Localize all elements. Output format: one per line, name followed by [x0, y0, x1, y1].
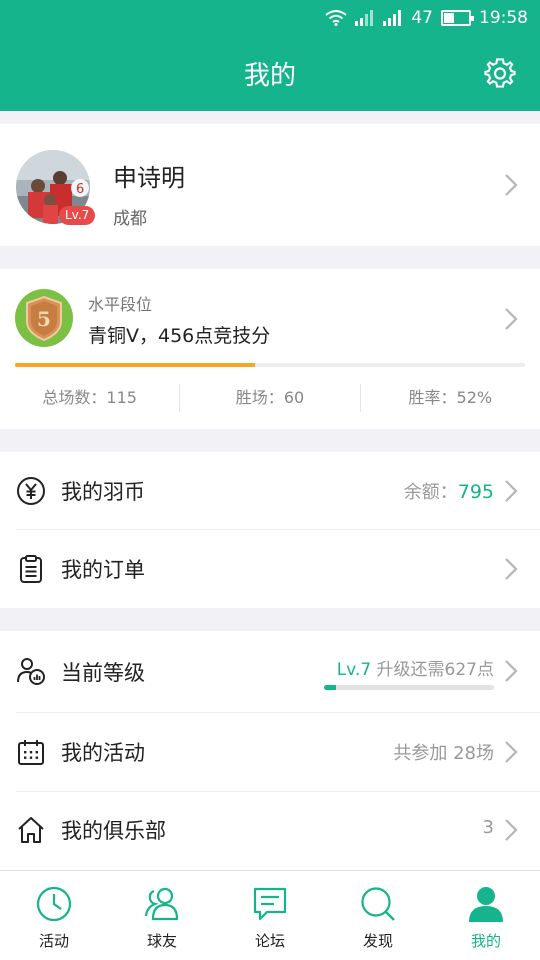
status-number: 47: [411, 8, 433, 28]
current-level-label: 当前等级: [61, 661, 145, 685]
nav-item-forum[interactable]: 论坛: [216, 871, 324, 960]
level-progress-bar: [324, 685, 494, 690]
status-bar: 47 19:58: [0, 0, 540, 37]
signal-icon: [355, 10, 375, 26]
my-coins-label: 我的羽币: [61, 480, 145, 504]
my-orders-label: 我的订单: [61, 558, 145, 582]
stat-wins: 胜场：60: [235, 388, 305, 407]
user-name: 申诗明: [113, 164, 185, 192]
rank-value: 青铜V，456点竞技分: [88, 325, 271, 347]
person-icon: [467, 885, 505, 923]
stat-winrate: 胜率：52%: [408, 388, 493, 407]
bottom-nav: 活动 球友 论坛 发现 我的: [0, 870, 540, 960]
clipboard-icon: [16, 554, 46, 584]
my-coins-row[interactable]: 我的羽币 余额：795: [0, 452, 540, 530]
coin-balance-value: 795: [457, 481, 494, 503]
level-user-icon: [16, 656, 46, 686]
rank-label: 水平段位: [88, 295, 153, 314]
signal-icon-2: [383, 10, 403, 26]
my-clubs-row[interactable]: 我的俱乐部 3: [0, 791, 540, 869]
nav-label: 活动: [38, 932, 69, 950]
settings-button[interactable]: [484, 57, 516, 89]
my-clubs-label: 我的俱乐部: [61, 819, 166, 843]
stat-total: 总场数：115: [42, 388, 137, 407]
wallet-card: 我的羽币 余额：795 我的订单: [0, 452, 540, 608]
chevron-right-icon: [504, 479, 518, 503]
chevron-right-icon: [504, 818, 518, 842]
rank-card[interactable]: 5 水平段位 青铜V，456点竞技分 总场数：115 胜场：60 胜率：52%: [0, 269, 540, 429]
app-bar: 我的: [0, 37, 540, 111]
chevron-right-icon: [504, 659, 518, 683]
current-level-row[interactable]: 当前等级 Lv.7 升级还需627点: [0, 631, 540, 712]
svg-text:6: 6: [76, 182, 84, 197]
rank-emblem-icon: 5: [15, 289, 73, 347]
clubs-count: 3: [482, 817, 494, 838]
chevron-right-icon: [504, 307, 518, 331]
calendar-icon: [16, 737, 46, 767]
nav-label: 发现: [362, 932, 393, 950]
home-icon: [16, 815, 46, 845]
nav-item-friends[interactable]: 球友: [108, 871, 216, 960]
activity-card: 当前等级 Lv.7 升级还需627点 我的活动 共参加 28场 我的俱乐部 3: [0, 631, 540, 870]
nav-label: 我的: [470, 932, 501, 950]
chevron-right-icon: [504, 557, 518, 581]
user-city: 成都: [113, 209, 147, 229]
chevron-right-icon: [504, 740, 518, 764]
gear-icon: [484, 58, 516, 88]
profile-card[interactable]: 6 Lv.7 申诗明 成都: [0, 124, 540, 246]
level-badge: Lv.7: [59, 206, 96, 225]
battery-icon: [441, 10, 474, 26]
coin-balance: 余额：795: [403, 481, 494, 503]
my-activities-row[interactable]: 我的活动 共参加 28场: [0, 713, 540, 791]
page-title: 我的: [243, 61, 296, 91]
nav-item-me[interactable]: 我的: [432, 871, 540, 960]
nav-label: 论坛: [254, 932, 285, 950]
status-indicators: 47 19:58: [325, 6, 528, 30]
svg-text:5: 5: [37, 307, 51, 331]
my-orders-row[interactable]: 我的订单: [0, 530, 540, 608]
nav-item-discover[interactable]: 发现: [324, 871, 432, 960]
chevron-right-icon: [504, 173, 518, 197]
activities-count: 共参加 28场: [393, 743, 494, 764]
my-activities-label: 我的活动: [61, 741, 145, 765]
coin-icon: [16, 476, 46, 506]
status-time: 19:58: [479, 8, 528, 28]
clock-icon: [35, 885, 73, 923]
wifi-icon: [325, 10, 347, 26]
friends-icon: [143, 885, 181, 923]
rank-progress-bar: [15, 363, 525, 367]
chat-icon: [251, 885, 289, 923]
search-icon: [359, 885, 397, 923]
level-upgrade-text: Lv.7 升级还需627点: [336, 660, 494, 680]
nav-item-activities[interactable]: 活动: [0, 871, 108, 960]
rank-stats: 总场数：115 胜场：60 胜率：52%: [0, 383, 540, 413]
nav-label: 球友: [146, 932, 177, 950]
